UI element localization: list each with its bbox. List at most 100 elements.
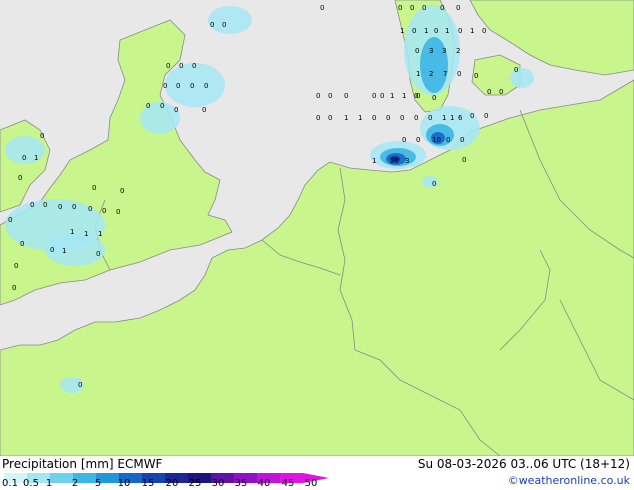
- precip-value: 0: [402, 136, 406, 144]
- precip-value: 0: [192, 62, 196, 70]
- precip-value: 0: [30, 201, 34, 209]
- precip-value: 0: [457, 70, 461, 78]
- precip-value: 0: [499, 88, 503, 96]
- precip-value: 1: [358, 114, 362, 122]
- precip-value: 0: [174, 106, 178, 114]
- precip-value: 3: [405, 157, 409, 165]
- precip-value: 0: [18, 174, 22, 182]
- precip-value: 7: [443, 70, 447, 78]
- precip-value: 0: [204, 82, 208, 90]
- precip-value: 0: [470, 112, 474, 120]
- legend-label: 10: [117, 478, 131, 489]
- precip-value: 0: [88, 205, 92, 213]
- precip-area: [208, 6, 252, 34]
- precip-value: 0: [176, 82, 180, 90]
- precip-value: 0: [416, 92, 420, 100]
- precip-value: 1: [470, 27, 474, 35]
- precip-value: 0: [434, 27, 438, 35]
- precip-value: 0: [458, 27, 462, 35]
- map-canvas: 0 0 0 0 0 0 0 0 1 0 1 0 1 0 1 0 0 3 3 2 …: [0, 0, 634, 457]
- precip-value: 6: [458, 114, 463, 122]
- precip-value: 2: [429, 70, 433, 78]
- legend-label: 0.1: [2, 478, 18, 489]
- precip-value: 0: [462, 156, 466, 164]
- precip-value: 0: [482, 27, 486, 35]
- precip-value: 0: [22, 154, 26, 162]
- precip-value: 0: [380, 92, 384, 100]
- precip-value: 0: [222, 21, 226, 29]
- precip-value: 0: [43, 201, 47, 209]
- precip-value: 0: [12, 284, 16, 292]
- legend-labels: 0.1 0.5 1 2 5 10 15 20 25 30 35 40 45 50: [0, 478, 340, 490]
- precip-area: [420, 37, 448, 93]
- precip-value: 0: [344, 92, 348, 100]
- precip-value: 0: [20, 240, 24, 248]
- legend-label: 2: [71, 478, 79, 489]
- legend-label: 0.5: [23, 478, 39, 489]
- legend-label: 20: [165, 478, 179, 489]
- precip-value: 10: [432, 136, 441, 144]
- legend-label: 15: [141, 478, 155, 489]
- precip-value: 0: [328, 114, 332, 122]
- precip-value: 0: [146, 102, 150, 110]
- precip-value: 0: [190, 82, 194, 90]
- precip-value: 0: [372, 114, 376, 122]
- precip-value: 1: [62, 247, 66, 255]
- precip-value: 1: [402, 92, 406, 100]
- precip-value: 0: [58, 203, 62, 211]
- precip-value: 0: [414, 114, 418, 122]
- precip-value: 1: [442, 114, 446, 122]
- precip-value: 0: [474, 72, 478, 80]
- precip-value: 0: [96, 250, 100, 258]
- valid-time: Su 08-03-2026 03..06 UTC (18+12): [417, 457, 630, 471]
- precip-value: 0: [400, 114, 404, 122]
- precip-value: 0: [398, 4, 402, 12]
- precip-value: 0: [446, 136, 450, 144]
- precip-value: 1: [34, 154, 38, 162]
- precip-value: 0: [386, 114, 390, 122]
- precip-value: 1: [445, 27, 449, 35]
- precip-value: 0: [120, 187, 124, 195]
- precip-value: 0: [484, 112, 488, 120]
- precip-value: 0: [40, 132, 44, 140]
- precip-value: 0: [432, 94, 436, 102]
- precip-value: 0: [412, 27, 416, 35]
- precip-value: 1: [98, 230, 102, 238]
- precip-value: 2: [456, 47, 460, 55]
- precip-value: 0: [514, 66, 518, 74]
- legend-label: 50: [304, 478, 318, 489]
- precip-value: 3: [442, 47, 446, 55]
- precip-value: 0: [8, 216, 12, 224]
- precip-value: 1: [372, 157, 376, 165]
- credit-link[interactable]: ©weatheronline.co.uk: [508, 474, 630, 487]
- precip-value: 0: [116, 208, 120, 216]
- precip-value: 0: [78, 381, 82, 389]
- legend-label: 25: [188, 478, 202, 489]
- legend-label: 35: [234, 478, 248, 489]
- precip-value: 0: [410, 4, 414, 12]
- precip-value: 0: [179, 62, 183, 70]
- precip-value: 1: [450, 114, 454, 122]
- precip-value: 0: [487, 88, 491, 96]
- precip-value: 1: [84, 230, 88, 238]
- precip-value: 0: [316, 114, 320, 122]
- precip-value: 0: [166, 62, 170, 70]
- precip-value: 0: [160, 102, 164, 110]
- precip-value: 0: [428, 114, 432, 122]
- legend-label: 45: [281, 478, 295, 489]
- precip-value: 0: [202, 106, 206, 114]
- precip-value: 0: [328, 92, 332, 100]
- map-title: Precipitation [mm] ECMWF: [2, 457, 163, 471]
- precip-value: 0: [210, 21, 214, 29]
- precip-value: 1: [424, 27, 428, 35]
- precip-value: 1: [344, 114, 348, 122]
- precip-value: 0: [92, 184, 96, 192]
- legend-label: 30: [211, 478, 225, 489]
- precip-value: 0: [460, 136, 464, 144]
- precip-value: 0: [432, 180, 436, 188]
- precip-value: 0: [72, 203, 76, 211]
- precip-value: 0: [416, 136, 420, 144]
- precip-value: 0: [50, 246, 54, 254]
- precip-value: 0: [440, 4, 444, 12]
- legend-label: 40: [257, 478, 271, 489]
